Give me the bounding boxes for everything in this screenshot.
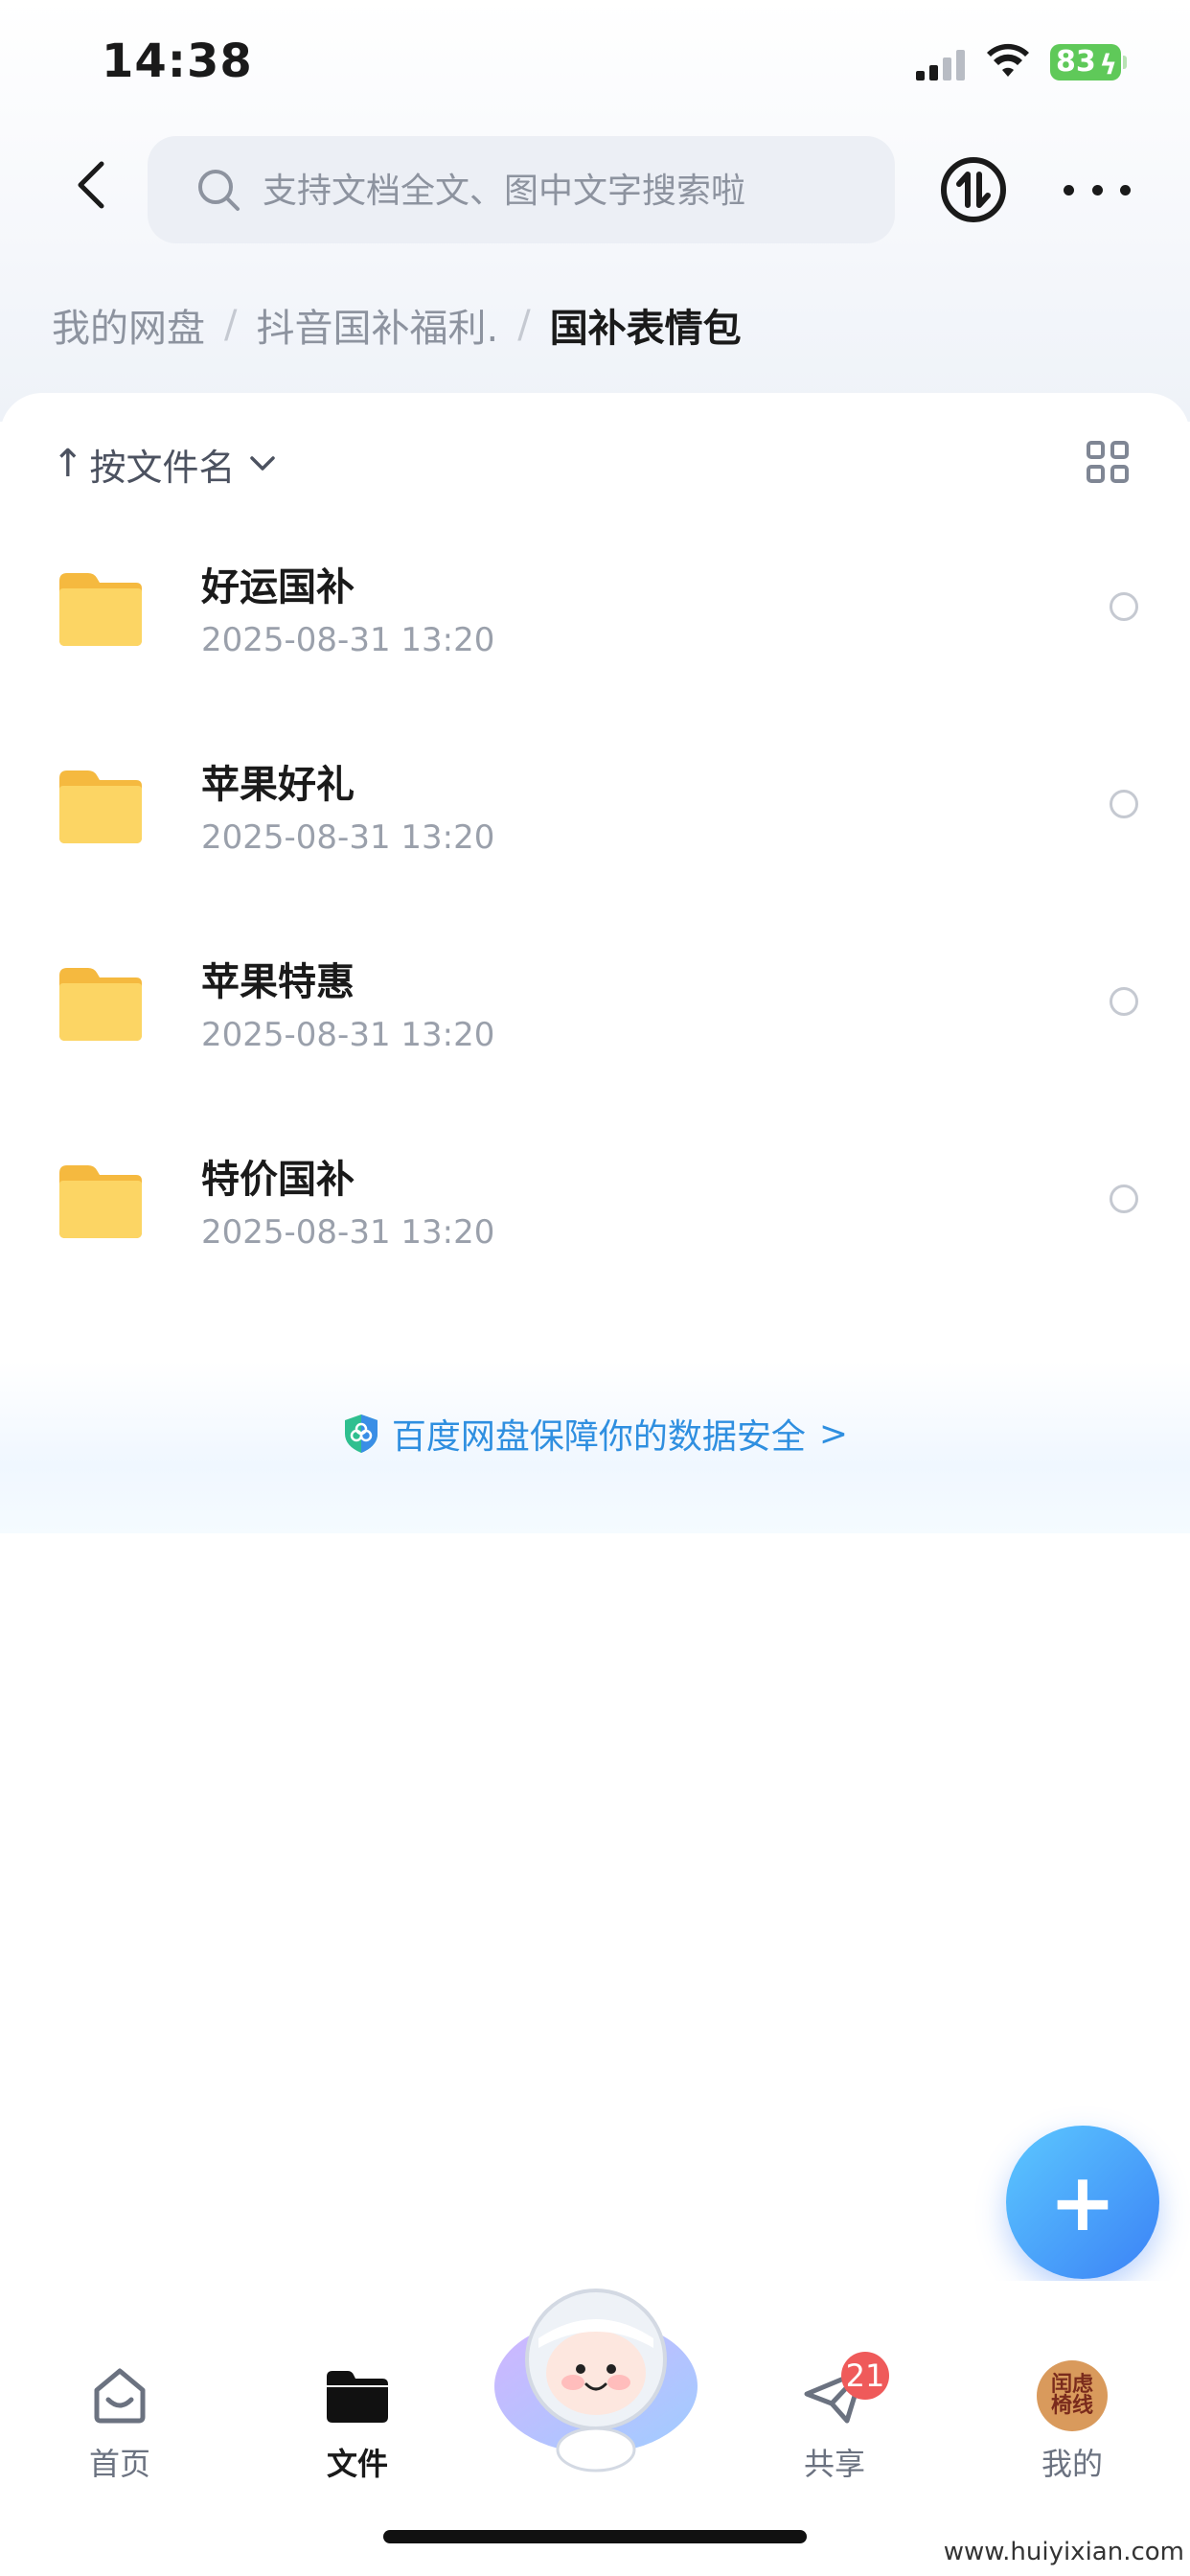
file-row[interactable]: 苹果特惠 2025-08-31 13:20 [0, 914, 1190, 1112]
shield-icon [344, 1414, 378, 1453]
tab-label: 我的 [1041, 2446, 1103, 2482]
watermark: www.huiyixian.com [943, 2538, 1184, 2566]
folder-icon [59, 968, 142, 1041]
file-name: 苹果特惠 [201, 960, 355, 1004]
grid-cell [1087, 465, 1105, 483]
more-dot [1064, 184, 1074, 196]
cellular-signal-icon [916, 48, 966, 80]
status-time: 14:38 [102, 34, 253, 88]
more-button[interactable] [1064, 171, 1131, 209]
tab-files[interactable]: 文件 [286, 2358, 429, 2484]
breadcrumb-item-parent[interactable]: 抖音国补福利. [256, 297, 498, 353]
grid-cell [1087, 441, 1105, 459]
search-bar[interactable] [148, 136, 895, 245]
file-name: 特价国补 [201, 1158, 355, 1202]
safety-banner: 百度网盘保障你的数据安全 > [0, 1361, 1190, 1533]
sort-selector[interactable]: ↑ 按文件名 [52, 435, 276, 493]
back-icon [78, 161, 104, 209]
wifi-icon [987, 43, 1029, 77]
sort-direction-icon: ↑ [52, 442, 84, 486]
file-list: 好运国补 2025-08-31 13:20 苹果好礼 2025-08-31 13… [0, 519, 1190, 1309]
safety-text: 百度网盘保障你的数据安全 [391, 1417, 806, 1457]
grid-cell [1110, 465, 1129, 483]
tab-label: 共享 [803, 2446, 865, 2482]
tab-home[interactable]: 首页 [48, 2358, 192, 2484]
search-icon [198, 170, 240, 211]
home-indicator [383, 2530, 807, 2543]
add-button[interactable]: + [1006, 2126, 1159, 2279]
tab-me[interactable]: 闰虑 椅线 我的 [1000, 2358, 1144, 2484]
safety-link[interactable]: 百度网盘保障你的数据安全 > [0, 1409, 1190, 1459]
breadcrumb-item-root[interactable]: 我的网盘 [52, 297, 205, 353]
tab-label: 首页 [88, 2446, 150, 2482]
folder-icon [59, 770, 142, 843]
sort-label: 按文件名 [89, 446, 236, 489]
file-date: 2025-08-31 13:20 [201, 818, 495, 857]
select-checkbox[interactable] [1110, 1184, 1138, 1213]
file-date: 2025-08-31 13:20 [201, 621, 495, 659]
breadcrumb-separator: / [517, 303, 531, 347]
file-date: 2025-08-31 13:20 [201, 1016, 495, 1054]
share-badge: 21 [841, 2352, 889, 2400]
search-input[interactable] [261, 136, 878, 245]
battery-indicator: 83 ϟ [1050, 44, 1127, 80]
avatar: 闰虑 椅线 [1037, 2360, 1108, 2431]
select-checkbox[interactable] [1110, 592, 1138, 621]
file-list-panel: ↑ 按文件名 好运国补 2025-08-31 13:20 苹果好礼 2025-0… [0, 393, 1190, 1533]
charging-bolt-icon: ϟ [1099, 49, 1117, 80]
folder-icon [327, 2371, 388, 2423]
folder-icon [59, 573, 142, 646]
select-checkbox[interactable] [1110, 790, 1138, 818]
more-dot [1091, 184, 1103, 196]
breadcrumb-separator: / [224, 303, 238, 347]
more-dot [1120, 184, 1131, 196]
transfer-icon[interactable] [939, 155, 1008, 224]
tab-share[interactable]: 21 共享 [763, 2352, 906, 2484]
breadcrumb: 我的网盘 / 抖音国补福利. / 国补表情包 [52, 291, 742, 358]
file-name: 苹果好礼 [201, 763, 355, 807]
breadcrumb-item-current: 国补表情包 [549, 307, 742, 351]
grid-cell [1110, 441, 1129, 459]
grid-view-toggle[interactable] [1087, 441, 1129, 483]
home-icon [94, 2368, 146, 2424]
file-name: 好运国补 [201, 565, 355, 610]
file-row[interactable]: 苹果好礼 2025-08-31 13:20 [0, 717, 1190, 914]
folder-icon [59, 1165, 142, 1238]
chevron-right-icon: > [818, 1414, 849, 1454]
battery-level: 83 [1056, 45, 1096, 79]
select-checkbox[interactable] [1110, 987, 1138, 1016]
file-row[interactable]: 特价国补 2025-08-31 13:20 [0, 1112, 1190, 1309]
file-row[interactable]: 好运国补 2025-08-31 13:20 [0, 519, 1190, 717]
chevron-down-icon [249, 456, 275, 471]
tab-label: 文件 [326, 2446, 388, 2482]
back-button[interactable] [57, 151, 125, 218]
plus-icon: + [1048, 2155, 1117, 2249]
file-date: 2025-08-31 13:20 [201, 1213, 495, 1252]
mascot-icon[interactable] [492, 2281, 699, 2472]
